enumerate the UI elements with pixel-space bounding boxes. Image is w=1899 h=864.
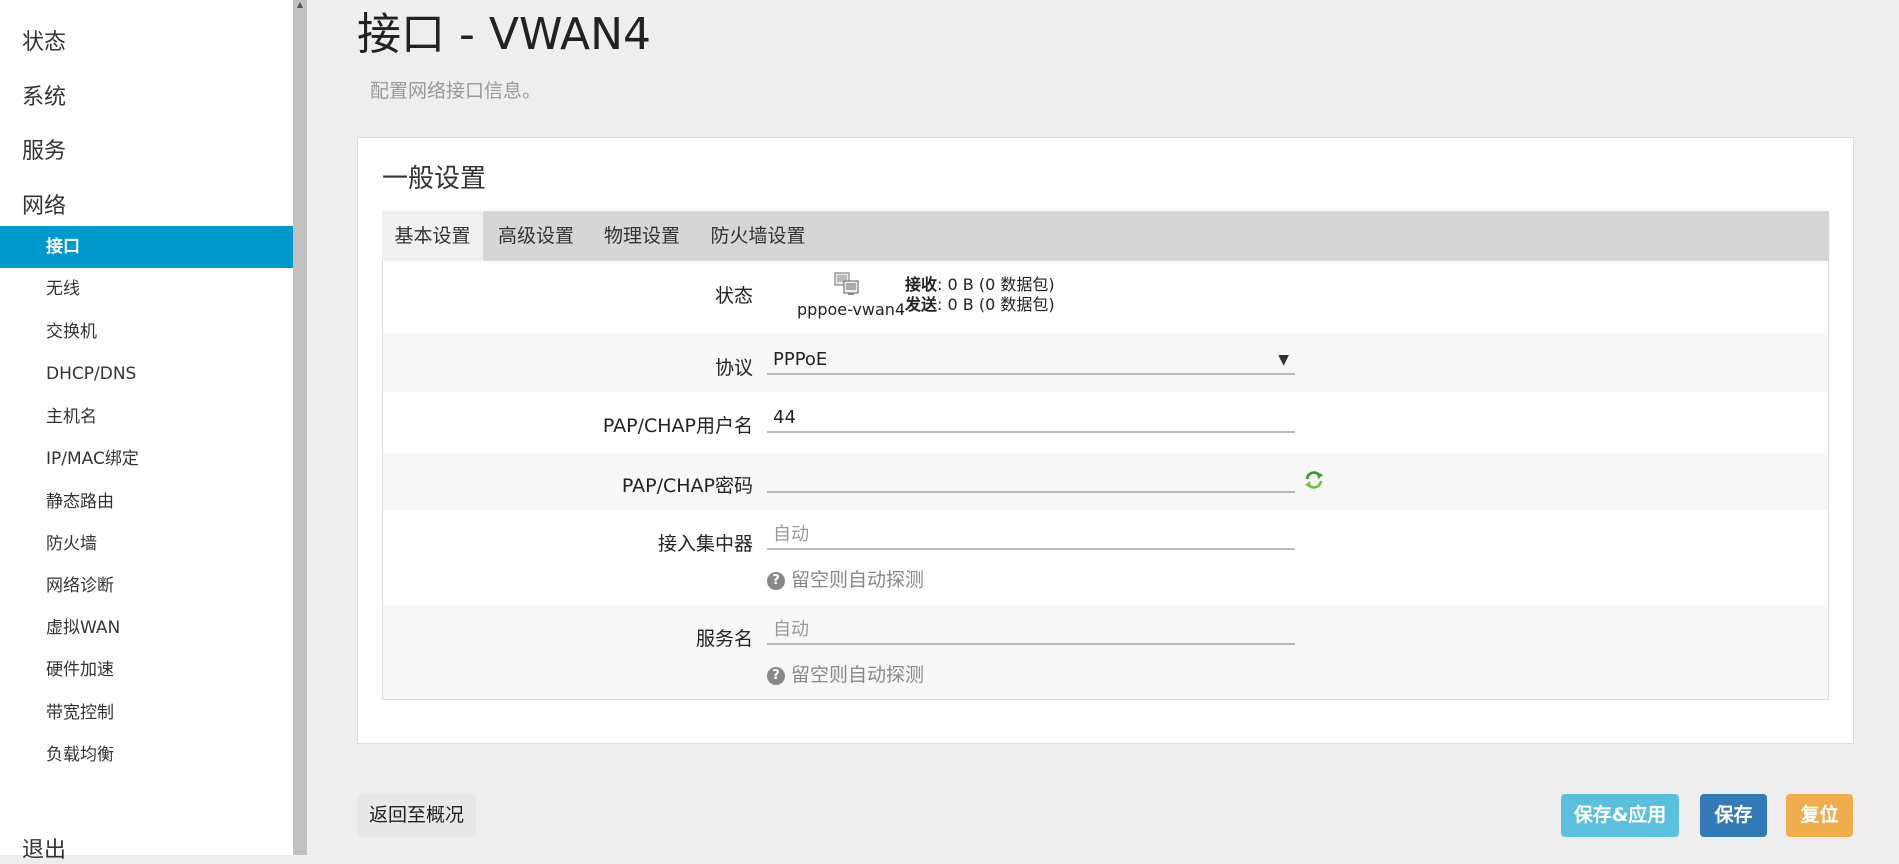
page-description: 配置网络接口信息。 <box>370 80 542 102</box>
protocol-row: 协议 PPPoE ▼ <box>383 333 1828 392</box>
nav-services[interactable]: 服务 <box>22 133 66 165</box>
sidebar-item-hw-acceleration[interactable]: 硬件加速 <box>0 649 293 691</box>
sidebar: 状态 系统 服务 网络 接口 无线 交换机 DHCP/DNS 主机名 IP/MA… <box>0 0 293 863</box>
sidebar-item-hostnames[interactable]: 主机名 <box>0 396 293 438</box>
tab-bar: 基本设置 高级设置 物理设置 防火墙设置 <box>382 211 1829 261</box>
sidebar-item-diagnostics[interactable]: 网络诊断 <box>0 565 293 607</box>
sidebar-item-static-routes[interactable]: 静态路由 <box>0 481 293 523</box>
status-row: 状态 pppoe-vwan4 接收: 0 B (0 数据包) 发送: 0 B (… <box>383 261 1828 333</box>
help-icon: ? <box>767 572 785 590</box>
rx-value: : 0 B (0 数据包) <box>937 275 1055 294</box>
general-settings-card: 一般设置 基本设置 高级设置 物理设置 防火墙设置 状态 pppoe-vwan4… <box>357 137 1854 744</box>
save-button[interactable]: 保存 <box>1700 794 1767 837</box>
concentrator-hint: ? 留空则自动探测 <box>767 565 924 592</box>
back-to-overview-button[interactable]: 返回至概况 <box>357 794 476 837</box>
service-name-hint: ? 留空则自动探测 <box>767 660 924 687</box>
service-name-row: 服务名 自动 ? 留空则自动探测 <box>383 605 1828 699</box>
service-name-label: 服务名 <box>695 628 753 650</box>
scroll-up-arrow-icon[interactable]: ▲ <box>295 0 305 10</box>
help-icon: ? <box>767 667 785 685</box>
basic-settings-form: 状态 pppoe-vwan4 接收: 0 B (0 数据包) 发送: 0 B (… <box>382 261 1829 700</box>
tab-basic-settings[interactable]: 基本设置 <box>382 211 483 261</box>
protocol-value: PPPoE <box>773 349 828 370</box>
tab-physical-settings[interactable]: 物理设置 <box>589 211 695 261</box>
status-label: 状态 <box>714 285 753 307</box>
status-traffic-info: 接收: 0 B (0 数据包) 发送: 0 B (0 数据包) <box>905 275 1055 315</box>
sidebar-item-bandwidth-control[interactable]: 带宽控制 <box>0 692 293 734</box>
concentrator-input[interactable]: 自动 <box>767 520 1295 550</box>
nav-network[interactable]: 网络 <box>22 188 66 220</box>
sidebar-scrollbar[interactable]: ▲ <box>293 0 307 855</box>
service-name-hint-text: 留空则自动探测 <box>791 664 925 686</box>
reset-button[interactable]: 复位 <box>1786 794 1853 837</box>
concentrator-row: 接入集中器 自动 ? 留空则自动探测 <box>383 510 1828 605</box>
username-label: PAP/CHAP用户名 <box>602 415 753 437</box>
password-label: PAP/CHAP密码 <box>621 475 753 497</box>
sidebar-item-dhcp-dns[interactable]: DHCP/DNS <box>0 353 293 395</box>
rx-label: 接收 <box>905 275 938 294</box>
username-row: PAP/CHAP用户名 44 <box>383 392 1828 453</box>
concentrator-hint-text: 留空则自动探测 <box>791 569 925 591</box>
page-title: 接口 - VWAN4 <box>357 9 652 60</box>
tab-advanced-settings[interactable]: 高级设置 <box>483 211 589 261</box>
username-input[interactable]: 44 <box>767 403 1295 433</box>
sidebar-item-wireless[interactable]: 无线 <box>0 268 293 310</box>
sidebar-item-switch[interactable]: 交换机 <box>0 311 293 353</box>
tx-label: 发送 <box>905 295 938 314</box>
concentrator-label: 接入集中器 <box>657 533 753 555</box>
nav-status[interactable]: 状态 <box>22 24 66 56</box>
protocol-select[interactable]: PPPoE ▼ <box>767 345 1295 375</box>
protocol-label: 协议 <box>714 357 753 379</box>
nav-logout[interactable]: 退出 <box>22 832 66 864</box>
status-interface-name: pppoe-vwan4 <box>797 300 906 319</box>
tx-value: : 0 B (0 数据包) <box>937 295 1055 314</box>
save-and-apply-button[interactable]: 保存&应用 <box>1561 794 1679 837</box>
sidebar-item-virtual-wan[interactable]: 虚拟WAN <box>0 607 293 649</box>
network-interface-icon <box>834 272 859 295</box>
password-row: PAP/CHAP密码 <box>383 453 1828 510</box>
service-name-input[interactable]: 自动 <box>767 615 1295 645</box>
refresh-icon[interactable] <box>1303 469 1325 491</box>
sidebar-item-interfaces[interactable]: 接口 <box>0 226 293 268</box>
sidebar-item-firewall[interactable]: 防火墙 <box>0 523 293 565</box>
tab-firewall-settings[interactable]: 防火墙设置 <box>695 211 821 261</box>
password-input[interactable] <box>767 463 1295 493</box>
sidebar-item-load-balancing[interactable]: 负载均衡 <box>0 734 293 776</box>
section-title: 一般设置 <box>382 164 487 194</box>
chevron-down-icon: ▼ <box>1278 352 1289 368</box>
nav-system[interactable]: 系统 <box>22 79 66 111</box>
sidebar-item-ip-mac-binding[interactable]: IP/MAC绑定 <box>0 438 293 480</box>
